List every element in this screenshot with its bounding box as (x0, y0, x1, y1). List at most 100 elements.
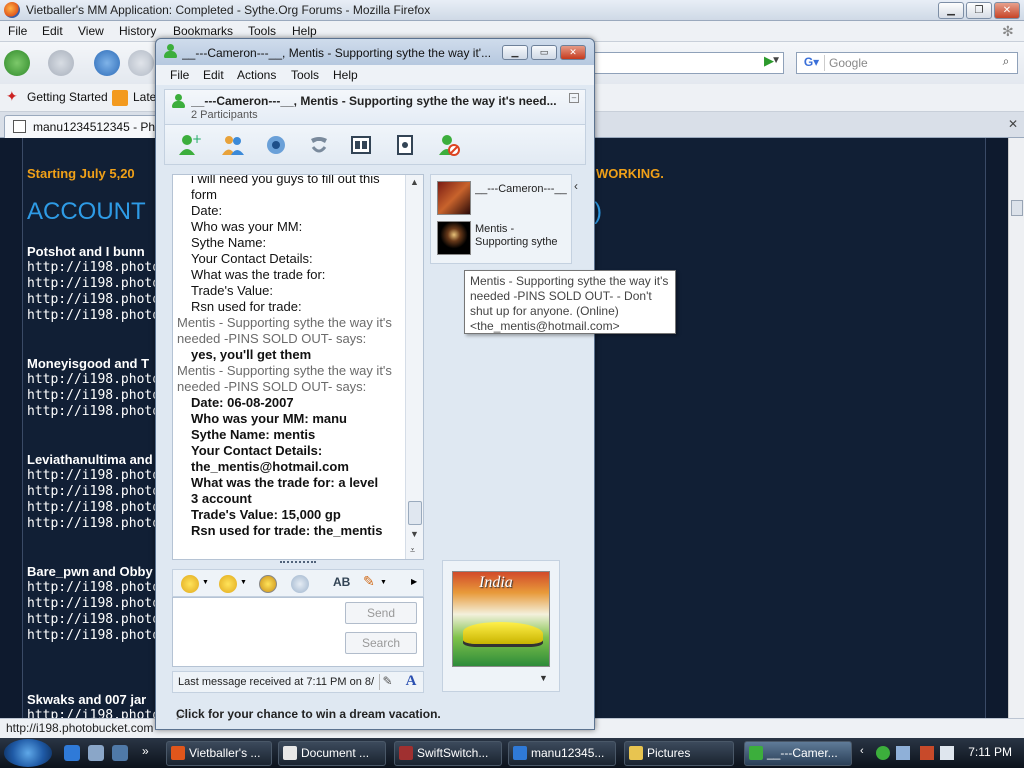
msn-menu-actions[interactable]: Actions (237, 68, 276, 82)
more-quicklaunch-icon[interactable]: » (142, 744, 149, 758)
messenger-tray-icon[interactable] (876, 746, 890, 760)
volume-tray-icon[interactable] (940, 746, 954, 760)
photo-link[interactable]: http://i198.photobu (27, 276, 176, 291)
network-tray-icon[interactable] (896, 746, 910, 760)
photo-link[interactable]: http://i198.photobu (27, 308, 176, 323)
my-display-picture[interactable]: India ▼ (442, 560, 560, 692)
scroll-down-icon[interactable]: ▼ (410, 529, 419, 539)
photo-link[interactable]: http://i198.photobu (27, 500, 176, 515)
photo-link[interactable]: http://i198.photobu (27, 404, 176, 419)
tray-expand-icon[interactable]: ‹ (860, 745, 864, 757)
nudge-icon[interactable] (259, 575, 277, 593)
messenger-maximize-button[interactable]: ▭ (531, 45, 557, 60)
photo-link[interactable]: http://i198.photobu (27, 516, 176, 531)
photo-link[interactable]: http://i198.photobu (27, 612, 176, 627)
spell-check-icon[interactable]: AB (333, 575, 350, 589)
page-scrollbar[interactable] (1008, 138, 1024, 718)
photo-link[interactable]: http://i198.photobu (27, 708, 176, 718)
messenger-close-button[interactable]: ✕ (560, 45, 586, 60)
explorer-quicklaunch-icon[interactable] (88, 745, 104, 761)
bookmark-latest[interactable]: Late (133, 90, 156, 104)
taskbar-document[interactable]: Document ... (278, 741, 386, 766)
menu-view[interactable]: View (78, 24, 104, 38)
clock[interactable]: 7:11 PM (968, 745, 1012, 759)
tab-active[interactable]: manu1234512345 - Pho (4, 115, 164, 138)
msn-menu-edit[interactable]: Edit (203, 68, 224, 82)
photo-link[interactable]: http://i198.photobu (27, 580, 176, 595)
photo-link[interactable]: http://i198.photobu (27, 628, 176, 643)
search-icon[interactable]: ⌕ (997, 54, 1015, 72)
photo-link[interactable]: http://i198.photobu (27, 260, 176, 275)
menu-bookmarks[interactable]: Bookmarks (173, 24, 233, 38)
taskbar-messenger[interactable]: __---Camer... (744, 741, 852, 766)
photo-link[interactable]: http://i198.photobu (27, 372, 176, 387)
bookmark-getting-started[interactable]: Getting Started (27, 90, 108, 104)
reload-button[interactable] (94, 50, 120, 76)
menu-file[interactable]: File (8, 24, 27, 38)
url-bar[interactable]: ▼ (594, 52, 784, 74)
photo-link[interactable]: http://i198.photobu (27, 388, 176, 403)
handwriting-icon[interactable]: ✎ (379, 674, 395, 690)
resize-grip[interactable] (280, 561, 316, 565)
conversation-history[interactable]: i will need you guys to fill out this for… (172, 174, 424, 560)
ink-icon[interactable]: ✎ (363, 573, 375, 590)
scroll-bottom-icon[interactable]: ⩡ (410, 545, 415, 556)
picture-menu-icon[interactable]: ▼ (539, 673, 548, 683)
send-button[interactable]: Send (345, 602, 417, 624)
scroll-up-icon[interactable]: ▲ (410, 177, 419, 187)
msn-menu-tools[interactable]: Tools (291, 68, 319, 82)
games-icon[interactable] (393, 133, 417, 157)
photo-link[interactable]: http://i198.photobu (27, 292, 176, 307)
conversation-scrollbar-thumb[interactable] (408, 501, 422, 525)
taskbar-pictures[interactable]: Pictures (624, 741, 734, 766)
photo-link[interactable]: http://i198.photobu (27, 468, 176, 483)
maximize-button[interactable]: ❐ (966, 2, 992, 19)
window-resize-icon[interactable]: ⋰ (176, 711, 580, 722)
invite-contact-icon[interactable]: + (177, 132, 202, 157)
emoticon-icon[interactable] (181, 575, 199, 593)
security-tray-icon[interactable] (920, 746, 934, 760)
message-input[interactable]: Send Search (172, 597, 424, 667)
menu-edit[interactable]: Edit (42, 24, 63, 38)
minimize-button[interactable]: ▁ (938, 2, 964, 19)
taskbar-firefox[interactable]: Vietballer's ... (166, 741, 272, 766)
call-icon[interactable] (307, 133, 331, 157)
start-button[interactable] (4, 739, 52, 767)
voice-clip-icon[interactable] (291, 575, 309, 593)
font-icon[interactable]: A (403, 673, 419, 691)
back-button[interactable] (4, 50, 30, 76)
scrollbar-thumb[interactable] (1011, 200, 1023, 216)
search-input[interactable]: G▾ Google ⌕ (796, 52, 1018, 74)
menu-help[interactable]: Help (292, 24, 317, 38)
photo-link[interactable]: http://i198.photobu (27, 596, 176, 611)
activities-icon[interactable] (349, 133, 373, 157)
more-formatting-icon[interactable]: ▶ (411, 577, 417, 586)
photo-link[interactable]: http://i198.photobu (27, 484, 176, 499)
menu-history[interactable]: History (119, 24, 156, 38)
share-files-icon[interactable] (221, 133, 245, 157)
stop-button[interactable] (128, 50, 154, 76)
header-collapse-icon[interactable]: – (569, 93, 579, 103)
msn-menu-file[interactable]: File (170, 68, 189, 82)
emoticon-dropdown-icon[interactable]: ▼ (202, 579, 209, 586)
menu-tools[interactable]: Tools (248, 24, 276, 38)
conversation-scrollbar[interactable]: ▲ ▼ ⩡ (405, 175, 423, 559)
wink-icon[interactable] (219, 575, 237, 593)
close-tab-icon[interactable]: ✕ (1008, 117, 1018, 131)
block-contact-icon[interactable] (437, 133, 461, 157)
messenger-minimize-button[interactable]: ▁ (502, 45, 528, 60)
msn-menu-help[interactable]: Help (333, 68, 358, 82)
ie-quicklaunch-icon[interactable] (64, 745, 80, 761)
participant-mentis[interactable]: Mentis - Supporting sythe (437, 221, 569, 257)
wink-dropdown-icon[interactable]: ▼ (240, 579, 247, 586)
ink-dropdown-icon[interactable]: ▼ (380, 579, 387, 586)
ad-banner[interactable]: Click for your chance to win a dream vac… (166, 705, 586, 725)
forward-button[interactable] (48, 50, 74, 76)
close-button[interactable]: ✕ (994, 2, 1020, 19)
taskbar-ie[interactable]: manu12345... (508, 741, 616, 766)
go-arrow-icon[interactable]: ▶ (764, 53, 784, 73)
desktop-quicklaunch-icon[interactable] (112, 745, 128, 761)
participant-cameron[interactable]: __---Cameron---__ (437, 181, 569, 217)
collapse-panel-icon[interactable]: ‹ (574, 179, 586, 195)
search-button[interactable]: Search (345, 632, 417, 654)
